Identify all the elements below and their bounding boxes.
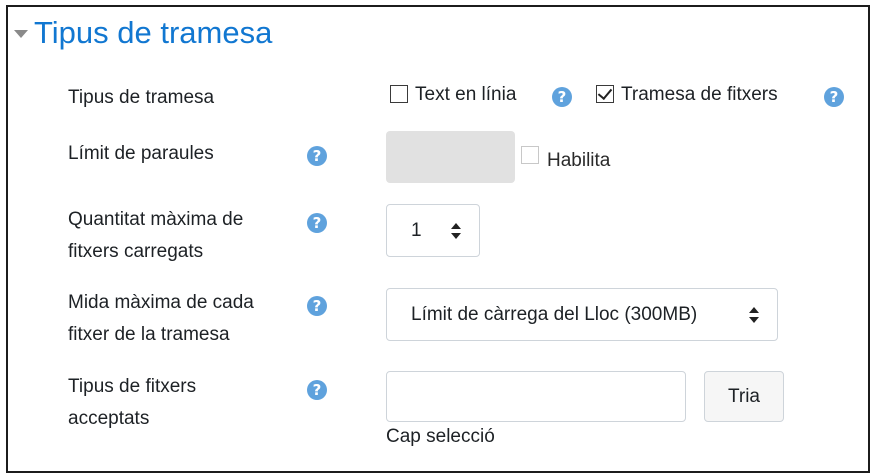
file-types-help-icon[interactable]: ?: [307, 380, 327, 400]
collapse-triangle-icon[interactable]: [14, 30, 28, 38]
section-header-toggle[interactable]: Tipus de tramesa: [14, 14, 272, 52]
max-size-select[interactable]: Límit de càrrega del Lloc (300MB): [386, 288, 778, 341]
word-limit-label: Límit de paraules: [68, 143, 214, 164]
file-types-input[interactable]: [386, 371, 686, 422]
max-files-value: 1: [411, 219, 422, 241]
file-types-label-line2: acceptats: [68, 408, 150, 429]
submission-types-label: Tipus de tramesa: [68, 87, 215, 108]
section-title: Tipus de tramesa: [34, 15, 273, 50]
file-submissions-checkbox[interactable]: [596, 84, 614, 103]
max-files-help-icon[interactable]: ?: [307, 213, 327, 233]
word-limit-input: [386, 131, 515, 183]
file-submissions-help-icon[interactable]: ?: [824, 87, 844, 107]
max-files-label-line1: Quantitat màxima de: [68, 209, 244, 230]
word-limit-enable-checkbox[interactable]: [521, 146, 539, 164]
word-limit-help-icon[interactable]: ?: [307, 146, 327, 166]
max-files-label-line2: fitxers carregats: [68, 241, 204, 262]
checkmark-icon: [597, 84, 613, 101]
online-text-help-icon[interactable]: ?: [552, 87, 572, 107]
choose-file-types-button[interactable]: Tria: [704, 371, 784, 422]
select-updown-icon: [451, 222, 461, 239]
select-updown-icon: [749, 306, 759, 323]
max-size-label-line2: fitxer de la tramesa: [68, 324, 230, 345]
online-text-checkbox[interactable]: [390, 85, 408, 103]
max-size-value: Límit de càrrega del Lloc (300MB): [411, 303, 698, 325]
file-submissions-label: Tramesa de fitxers: [621, 84, 778, 105]
file-types-label-line1: Tipus de fitxers: [68, 376, 197, 397]
max-size-label-line1: Mida màxima de cada: [68, 292, 254, 313]
file-types-selection-note: Cap selecció: [386, 426, 495, 447]
max-size-help-icon[interactable]: ?: [307, 296, 327, 316]
max-files-select[interactable]: 1: [386, 204, 480, 257]
online-text-label: Text en línia: [415, 84, 517, 105]
word-limit-enable-label: Habilita: [547, 150, 611, 171]
